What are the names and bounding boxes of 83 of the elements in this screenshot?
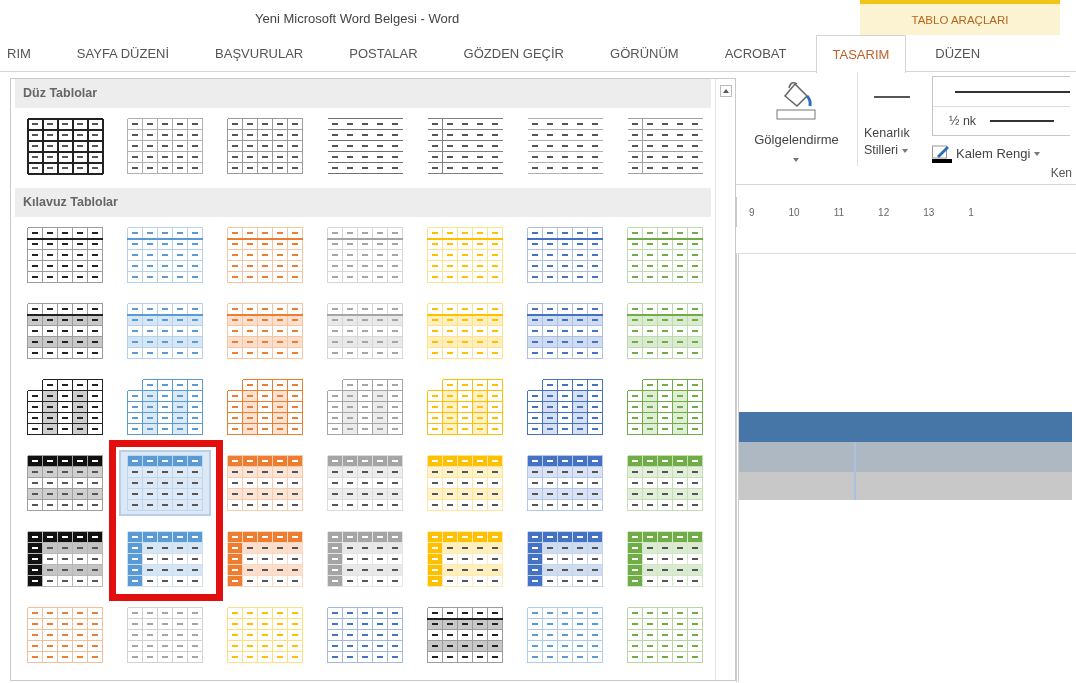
shading-button[interactable]: Gölgelendirme <box>754 78 839 162</box>
table-style-thumbnail[interactable] <box>119 449 211 516</box>
table-preview-icon <box>126 377 204 436</box>
table-preview-icon <box>626 529 704 588</box>
table-preview-icon <box>526 225 604 284</box>
section-header: Kılavuz Tablolar <box>15 187 711 217</box>
table-preview-icon <box>526 377 604 436</box>
ribbon-tab[interactable]: GÖZDEN GEÇİR <box>446 35 581 72</box>
table-preview-icon <box>626 301 704 360</box>
table-preview-icon <box>326 301 404 360</box>
line-weight-dropdown[interactable]: ½ nk <box>932 76 1070 136</box>
table-preview-icon <box>126 116 204 175</box>
scroll-up-icon[interactable] <box>719 85 732 97</box>
table-preview-icon <box>226 453 304 512</box>
line-weight-value: ½ nk <box>949 112 977 130</box>
group-label: Ken <box>1050 165 1072 182</box>
line-sample-icon <box>955 90 1070 93</box>
dropdown-caret-icon <box>1034 151 1041 156</box>
table-preview-icon <box>326 225 404 284</box>
table-preview-icon <box>326 116 404 175</box>
ruler-number: 11 <box>833 205 845 220</box>
table-preview-icon <box>26 453 104 512</box>
ruler-number: 13 <box>923 205 935 220</box>
table-preview-icon <box>226 225 304 284</box>
dropdown-caret-icon <box>901 148 908 153</box>
table-preview-icon <box>26 377 104 436</box>
table-preview-icon <box>26 301 104 360</box>
table-preview-icon <box>426 605 504 664</box>
section-header: Düz Tablolar <box>15 79 711 108</box>
table-preview-icon <box>426 301 504 360</box>
ribbon-tab[interactable]: TASARIM <box>815 35 907 73</box>
table-preview-icon <box>126 225 204 284</box>
table-preview-icon <box>626 225 704 284</box>
ribbon-tab[interactable]: BAŞVURULAR <box>198 35 321 72</box>
table-preview-icon <box>526 453 604 512</box>
line-style-icon <box>874 96 910 99</box>
table-preview-icon <box>426 116 504 175</box>
ruler-number: 1 <box>968 205 974 220</box>
table-preview-icon <box>26 225 104 284</box>
table-preview-icon <box>626 377 704 436</box>
ruler-number: 12 <box>878 205 890 220</box>
table-preview-icon <box>526 605 604 664</box>
pen-icon <box>932 144 952 163</box>
table-preview-icon <box>326 377 404 436</box>
ribbon-tab[interactable]: RIM <box>0 35 48 72</box>
table-preview-icon <box>226 529 304 588</box>
table-preview-icon <box>226 377 304 436</box>
ruler-number: 10 <box>788 205 800 220</box>
line-sample-icon <box>990 120 1055 122</box>
table-preview-icon <box>226 301 304 360</box>
table-preview-icon <box>126 301 204 360</box>
table-preview-icon <box>426 377 504 436</box>
table-preview-icon <box>526 301 604 360</box>
table-preview-icon <box>526 529 604 588</box>
table-preview-icon <box>426 453 504 512</box>
table-preview-icon <box>326 453 404 512</box>
window-title: Yeni Microsoft Word Belgesi - Word <box>255 10 460 28</box>
ribbon-tab[interactable]: DÜZEN <box>918 35 998 72</box>
table-preview-icon <box>226 605 304 664</box>
ribbon-tab[interactable]: GÖRÜNÜM <box>593 35 696 72</box>
ribbon-tab[interactable]: POSTALAR <box>332 35 435 72</box>
table-preview-icon <box>326 529 404 588</box>
ribbon-tab[interactable]: ACROBAT <box>707 35 804 72</box>
border-styles-button[interactable]: Kenarlık Stilleri <box>864 125 928 159</box>
ruler-number: 9 <box>749 205 755 220</box>
table-preview-icon <box>626 453 704 512</box>
table-preview-icon <box>26 116 104 175</box>
table-preview-icon <box>126 529 204 588</box>
table-preview-icon <box>326 605 404 664</box>
table-preview-icon <box>26 605 104 664</box>
pen-color-button[interactable]: Kalem Rengi <box>932 144 1070 164</box>
table-preview-icon <box>526 116 604 175</box>
table-preview-icon <box>226 116 304 175</box>
table-preview-icon <box>426 529 504 588</box>
context-tab-group: TABLO ARAÇLARI <box>860 0 1060 35</box>
dropdown-caret-icon <box>793 157 800 162</box>
table-preview-icon <box>126 605 204 664</box>
table-preview-icon <box>626 116 704 175</box>
table-preview-icon <box>426 225 504 284</box>
table-preview-icon <box>626 605 704 664</box>
ribbon-tab[interactable]: SAYFA DÜZENİ <box>59 35 187 72</box>
table-preview-icon <box>126 453 204 512</box>
table-preview-icon <box>26 529 104 588</box>
